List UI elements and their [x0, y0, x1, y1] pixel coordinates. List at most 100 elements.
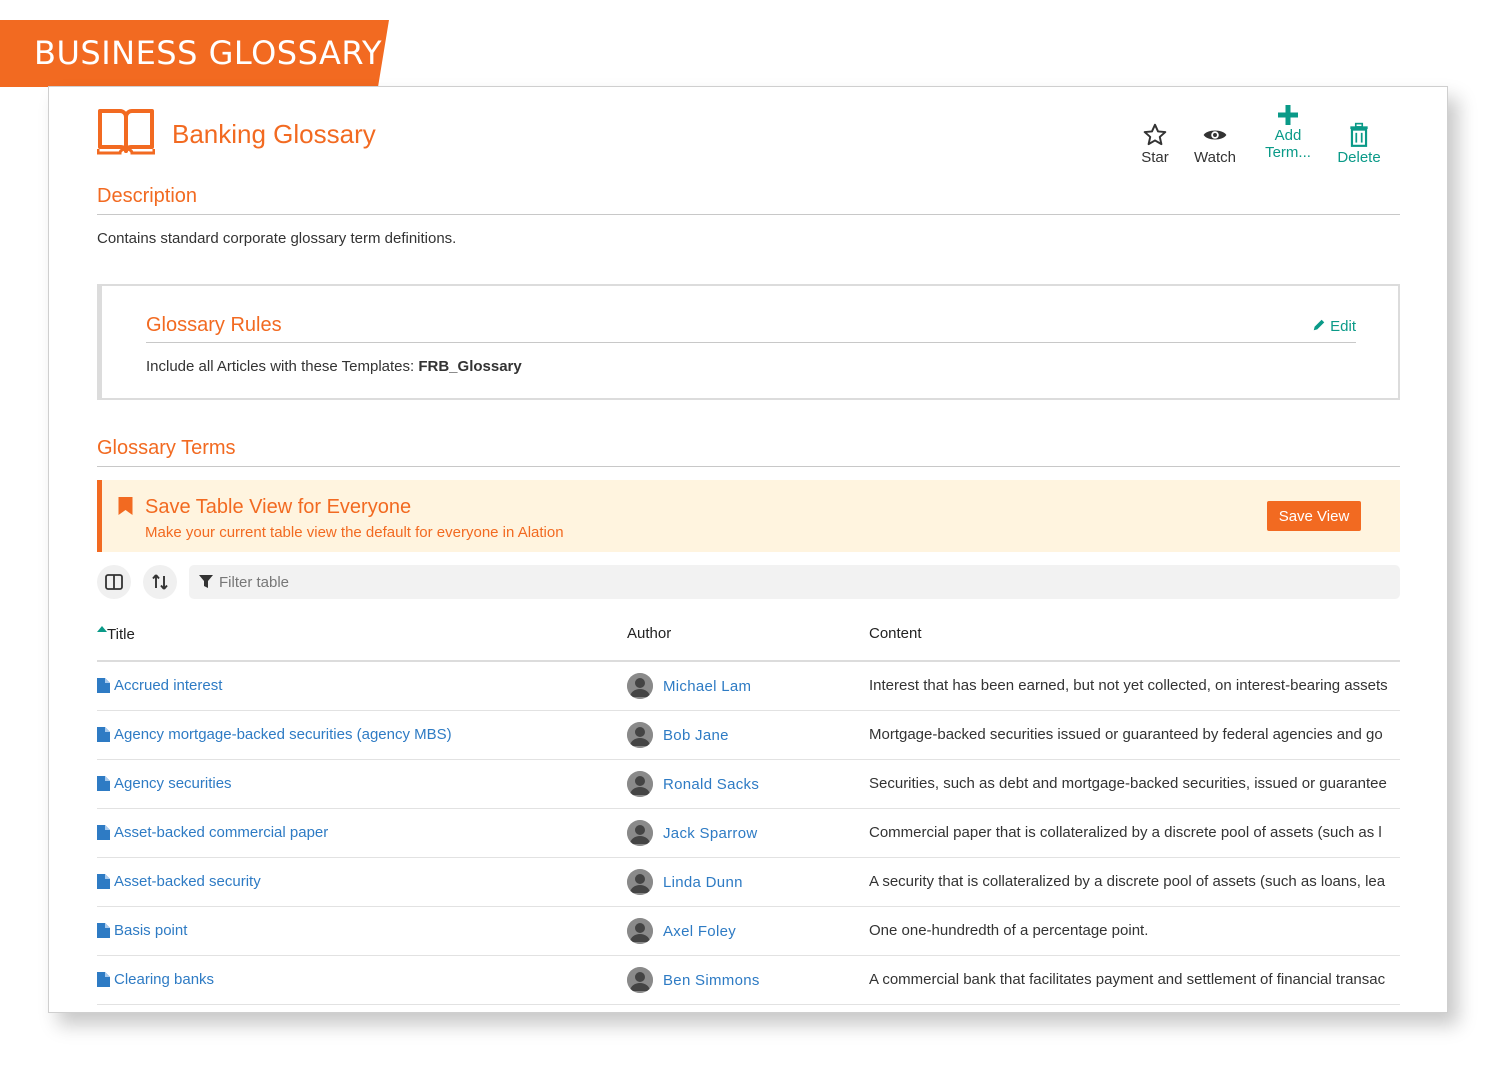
author-name: Ronald Sacks [663, 775, 760, 793]
term-content: Mortgage-backed securities issued or gua… [869, 726, 1383, 743]
table-row: Basis point Axel Foley One one-hundredth… [97, 907, 1400, 956]
description-text: Contains standard corporate glossary ter… [97, 230, 457, 247]
star-button[interactable]: Star [1140, 121, 1170, 166]
author-link[interactable]: Axel Foley [627, 918, 736, 944]
watch-button[interactable]: Watch [1190, 121, 1240, 166]
sort-icon [152, 574, 168, 590]
bookmark-icon [118, 497, 133, 515]
description-divider [97, 214, 1400, 215]
delete-label: Delete [1337, 149, 1381, 166]
table-toolbar [97, 565, 1400, 599]
book-icon [97, 109, 155, 155]
author-name: Axel Foley [663, 922, 737, 940]
terms-divider [97, 466, 1400, 467]
glossary-rules-panel: Glossary Rules Edit Include all Articles… [97, 284, 1400, 400]
user-silhouette-icon [627, 820, 653, 846]
term-title-link[interactable]: Clearing banks [97, 971, 214, 988]
glossary-terms-heading: Glossary Terms [97, 437, 236, 459]
term-title: Clearing banks [114, 971, 215, 988]
column-header-author[interactable]: Author [627, 625, 671, 642]
user-silhouette-icon [627, 722, 653, 748]
notice-title: Save Table View for Everyone [145, 496, 412, 518]
add-label-line2: Term... [1265, 144, 1311, 161]
filter-icon [199, 575, 213, 588]
term-title-link[interactable]: Asset-backed commercial paper [97, 824, 328, 841]
term-content: Commercial paper that is collateralized … [869, 824, 1382, 841]
delete-button[interactable]: Delete [1334, 121, 1384, 166]
table-header: Title Author Content [97, 617, 1400, 662]
rules-text: Include all Articles with these Template… [146, 358, 522, 375]
document-icon [97, 727, 110, 742]
watch-label: Watch [1194, 149, 1236, 166]
document-icon [97, 776, 110, 791]
author-name: Linda Dunn [663, 873, 743, 891]
author-link[interactable]: Jack Sparrow [627, 820, 757, 846]
term-title-link[interactable]: Basis point [97, 922, 187, 939]
author-link[interactable]: Ronald Sacks [627, 771, 759, 797]
page-title: Banking Glossary [172, 119, 376, 149]
header-actions: Star Watch Add Term... Delete [1140, 105, 1400, 183]
term-content: A security that is collateralized by a d… [869, 873, 1386, 890]
rules-text-prefix: Include all Articles with these Template… [146, 358, 419, 375]
author-link[interactable]: Bob Jane [627, 722, 729, 748]
author-name: Michael Lam [663, 677, 752, 695]
star-icon [1143, 123, 1167, 146]
pencil-icon [1313, 319, 1325, 331]
author-link[interactable]: Ben Simmons [627, 967, 760, 993]
author-link[interactable]: Michael Lam [627, 673, 751, 699]
description-heading: Description [97, 185, 198, 207]
sort-ascending-icon [97, 626, 107, 632]
glossary-card: Banking Glossary Star Watch Add Term... … [48, 86, 1448, 1013]
table-row: Accrued interest Michael Lam Interest th… [97, 662, 1400, 711]
user-silhouette-icon [627, 771, 653, 797]
page-header: Banking Glossary Star Watch Add Term... … [97, 105, 1400, 175]
term-title: Agency securities [114, 775, 232, 792]
user-silhouette-icon [627, 967, 653, 993]
glossary-terms-table: Title Author Content Accrued interest Mi… [97, 617, 1400, 1005]
term-content: Securities, such as debt and mortgage-ba… [869, 775, 1387, 792]
term-title-link[interactable]: Agency securities [97, 775, 232, 792]
term-title-link[interactable]: Accrued interest [97, 677, 222, 694]
table-row: Agency securities Ronald Sacks Securitie… [97, 760, 1400, 809]
term-content: Interest that has been earned, but not y… [869, 677, 1388, 694]
sort-button[interactable] [143, 565, 177, 599]
add-label-line1: Add [1274, 127, 1302, 144]
document-icon [97, 874, 110, 889]
filter-input[interactable] [219, 565, 1369, 599]
author-link[interactable]: Linda Dunn [627, 869, 743, 895]
column-header-content[interactable]: Content [869, 625, 922, 642]
avatar [627, 673, 653, 699]
rules-heading: Glossary Rules [146, 314, 282, 336]
term-title: Asset-backed security [114, 873, 261, 890]
avatar [627, 918, 653, 944]
star-label: Star [1141, 149, 1169, 166]
plus-icon [1278, 105, 1298, 125]
term-title: Asset-backed commercial paper [114, 824, 329, 841]
rules-template-name: FRB_Glossary [418, 358, 522, 375]
author-name: Jack Sparrow [663, 824, 758, 842]
term-title: Accrued interest [114, 677, 223, 694]
term-content: A commercial bank that facilitates payme… [869, 971, 1386, 988]
table-row: Agency mortgage-backed securities (agenc… [97, 711, 1400, 760]
term-title: Basis point [114, 922, 188, 939]
save-view-button[interactable]: Save View [1267, 501, 1361, 531]
term-title-link[interactable]: Asset-backed security [97, 873, 261, 890]
filter-box [189, 565, 1400, 599]
add-term-button[interactable]: Add Term... [1260, 103, 1316, 161]
term-content: One one-hundredth of a percentage point. [869, 922, 1149, 939]
avatar [627, 869, 653, 895]
user-silhouette-icon [627, 918, 653, 944]
column-header-title[interactable]: Title [97, 625, 135, 643]
rules-edit-link[interactable]: Edit [1312, 318, 1356, 335]
document-icon [97, 923, 110, 938]
section-banner: BUSINESS GLOSSARY [0, 20, 389, 87]
term-title: Agency mortgage-backed securities (agenc… [114, 726, 452, 743]
document-icon [97, 825, 110, 840]
columns-button[interactable] [97, 565, 131, 599]
avatar [627, 967, 653, 993]
trash-icon [1350, 122, 1368, 147]
term-title-link[interactable]: Agency mortgage-backed securities (agenc… [97, 726, 452, 743]
columns-icon [105, 574, 123, 590]
document-icon [97, 678, 110, 693]
user-silhouette-icon [627, 673, 653, 699]
